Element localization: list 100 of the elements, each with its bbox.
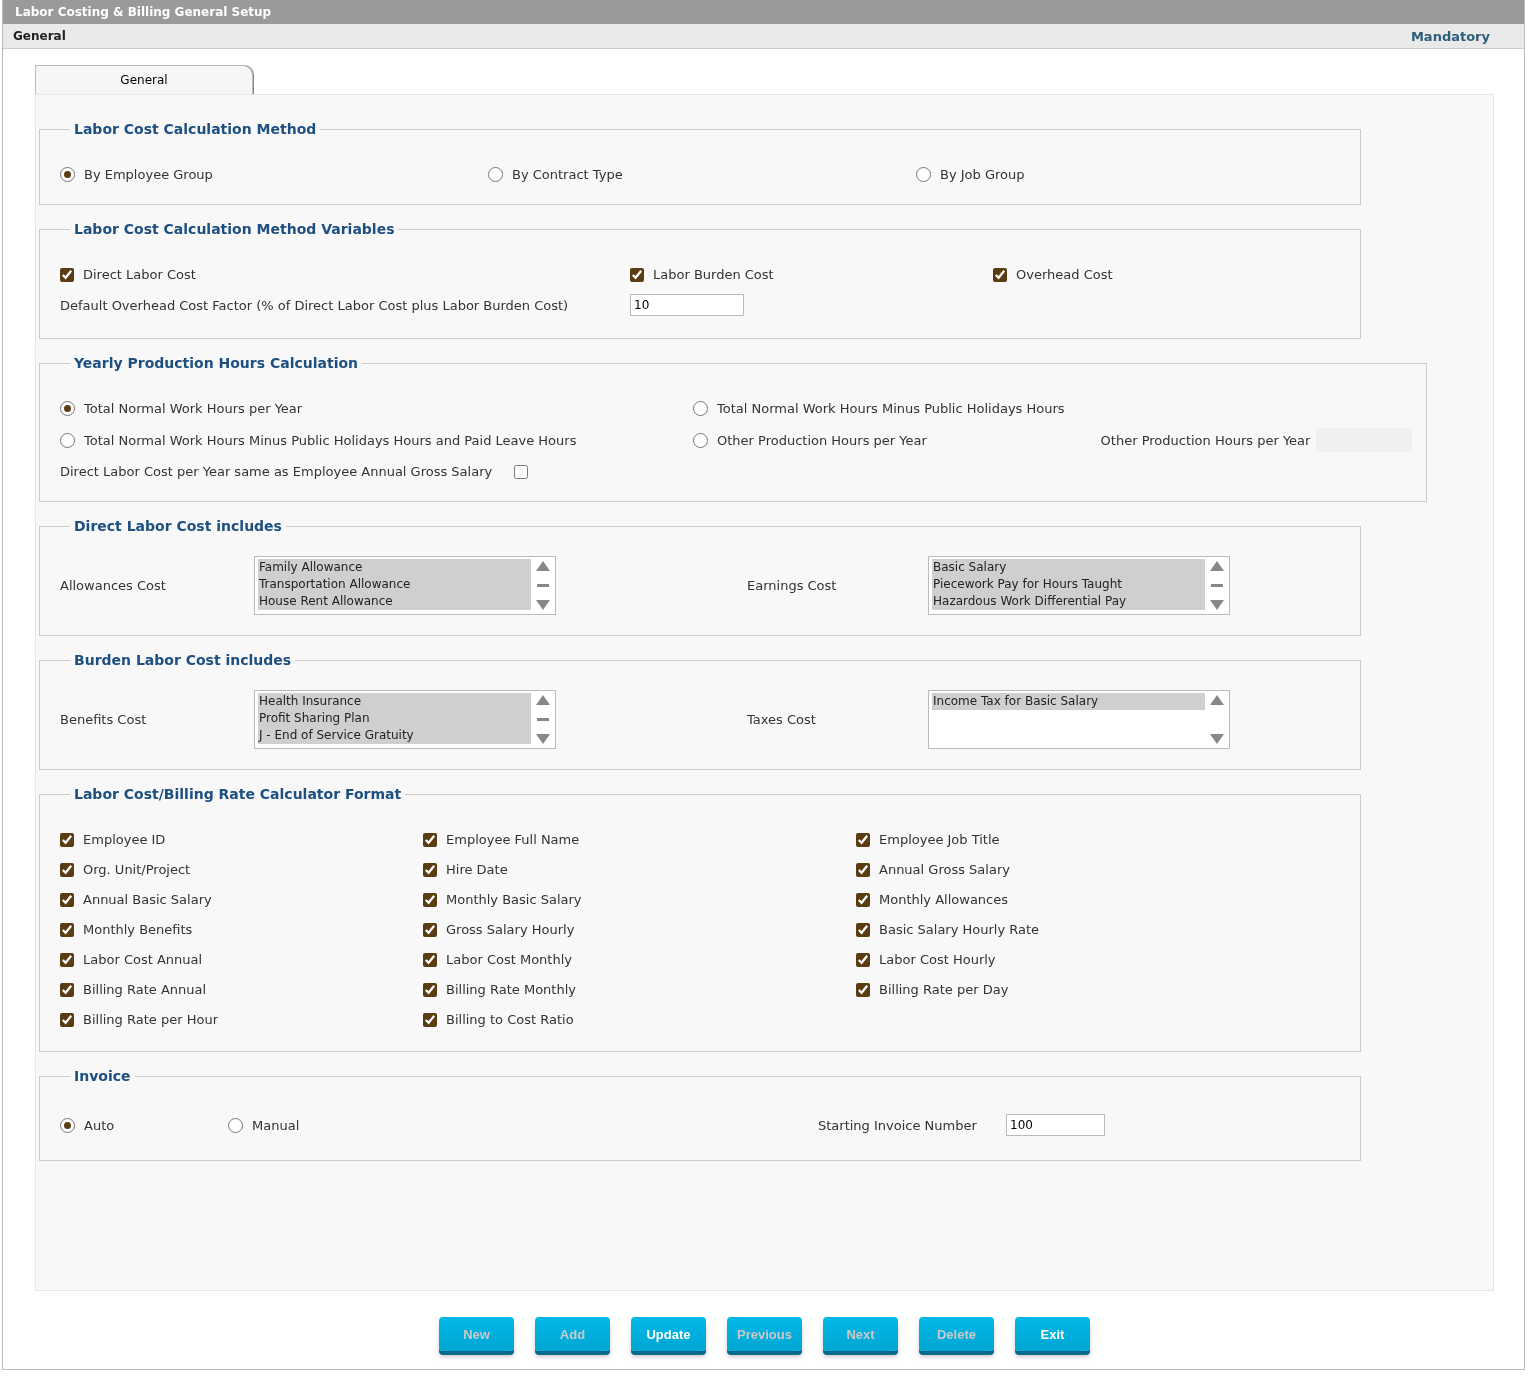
checkbox[interactable] <box>60 1012 74 1027</box>
list-item[interactable]: Income Tax for Basic Salary <box>932 693 1205 710</box>
radio-button[interactable] <box>693 432 708 448</box>
radio-option[interactable]: Auto <box>60 1117 115 1133</box>
checkbox-option[interactable]: Labor Cost Annual <box>60 952 203 967</box>
input-field[interactable]: 100 <box>1006 1114 1105 1136</box>
checkbox[interactable] <box>60 267 74 282</box>
radio-button[interactable] <box>60 432 75 448</box>
scroll-thumb-icon[interactable] <box>537 718 549 721</box>
list-item[interactable]: House Rent Allowance <box>258 593 531 610</box>
scroll-up-icon[interactable] <box>1210 561 1224 571</box>
radio-option[interactable]: Total Normal Work Hours per Year <box>60 401 303 416</box>
scroll-down-icon[interactable] <box>536 600 550 610</box>
checkbox-option[interactable]: Billing Rate Monthly <box>423 982 576 997</box>
field-label: Allowances Cost <box>60 578 167 593</box>
radio-button[interactable] <box>916 167 931 182</box>
checkbox[interactable] <box>423 832 437 847</box>
checkbox-option[interactable]: Employee Full Name <box>423 832 580 847</box>
list-item[interactable]: Profit Sharing Plan <box>258 710 531 727</box>
checkbox[interactable] <box>423 922 437 937</box>
checkbox[interactable] <box>856 922 870 937</box>
checkbox[interactable] <box>423 982 437 997</box>
radio-option[interactable]: Total Normal Work Hours Minus Public Holidays Hours <box>693 401 1065 416</box>
checkbox[interactable] <box>60 892 74 907</box>
radio-button[interactable] <box>60 1117 75 1133</box>
checkbox-option[interactable]: Labor Burden Cost <box>630 267 774 282</box>
checkbox[interactable] <box>60 982 74 997</box>
scroll-down-icon[interactable] <box>1210 734 1224 744</box>
checkbox-option[interactable]: Monthly Benefits <box>60 922 193 937</box>
checkbox-option[interactable]: Employee Job Title <box>856 832 1000 847</box>
checkbox-option[interactable]: Org. Unit/Project <box>60 862 191 877</box>
checkbox-option[interactable]: Monthly Basic Salary <box>423 892 582 907</box>
checkbox[interactable] <box>993 267 1007 282</box>
section-heading: Direct Labor Cost includes <box>73 518 283 534</box>
checkbox-option[interactable]: Hire Date <box>423 862 508 877</box>
scroll-thumb-icon[interactable] <box>1211 584 1223 587</box>
checkbox[interactable] <box>423 862 437 877</box>
list-item[interactable]: Hazardous Work Differential Pay <box>932 593 1205 610</box>
list-item[interactable]: Piecework Pay for Hours Taught <box>932 576 1205 593</box>
radio-button[interactable] <box>693 401 708 416</box>
radio-option[interactable]: By Employee Group <box>60 167 213 182</box>
checkbox-option[interactable]: Billing Rate Annual <box>60 982 207 997</box>
scroll-up-icon[interactable] <box>1210 695 1224 705</box>
checkbox[interactable] <box>630 267 644 282</box>
scroll-up-icon[interactable] <box>536 695 550 705</box>
list-box[interactable]: Health Insurance Profit Sharing Plan J - End of Service Gratuity <box>254 690 556 749</box>
scroll-up-icon[interactable] <box>536 561 550 571</box>
field-label: Benefits Cost <box>60 712 148 727</box>
radio-option[interactable]: Manual <box>228 1117 300 1133</box>
list-box[interactable]: Income Tax for Basic Salary <box>928 690 1230 749</box>
checkbox-option[interactable]: Labor Cost Hourly <box>856 952 996 967</box>
radio-button[interactable] <box>228 1117 243 1133</box>
checkbox[interactable] <box>856 832 870 847</box>
radio-option[interactable]: Other Production Hours per Year <box>693 432 927 448</box>
list-item[interactable]: Family Allowance <box>258 559 531 576</box>
checkbox[interactable] <box>856 982 870 997</box>
list-item[interactable]: Transportation Allowance <box>258 576 531 593</box>
checkbox-option[interactable]: Overhead Cost <box>993 267 1113 282</box>
checkbox[interactable] <box>60 832 74 847</box>
checkbox[interactable] <box>60 922 74 937</box>
radio-button[interactable] <box>60 401 75 416</box>
checkbox[interactable] <box>423 952 437 967</box>
checkbox-option[interactable]: Direct Labor Cost <box>60 267 196 282</box>
checkbox-option[interactable]: Basic Salary Hourly Rate <box>856 922 1040 937</box>
radio-button[interactable] <box>488 167 503 182</box>
scroll-down-icon[interactable] <box>536 734 550 744</box>
list-box[interactable]: Basic Salary Piecework Pay for Hours Taught Hazardous Work Differential Pay <box>928 556 1230 615</box>
checkbox-option[interactable]: Gross Salary Hourly <box>423 922 575 937</box>
radio-option[interactable]: By Contract Type <box>488 167 623 182</box>
field-label: Earnings Cost <box>747 578 838 593</box>
checkbox[interactable] <box>514 464 529 479</box>
checkbox-option[interactable]: Annual Basic Salary <box>60 892 212 907</box>
checkbox-option[interactable]: Employee ID <box>60 832 166 847</box>
radio-option[interactable]: By Job Group <box>916 167 1025 182</box>
checkbox-option[interactable]: Annual Gross Salary <box>856 862 1010 877</box>
section-heading: Labor Cost Calculation Method Variables <box>73 221 396 237</box>
checkbox-option[interactable]: Billing Rate per Hour <box>60 1012 218 1027</box>
list-box[interactable]: Family Allowance Transportation Allowance House Rent Allowance <box>254 556 556 615</box>
checkbox-option[interactable]: Labor Cost Monthly <box>423 952 572 967</box>
scroll-thumb-icon[interactable] <box>537 584 549 587</box>
tab[interactable]: General <box>35 65 253 94</box>
section-heading: Labor Cost Calculation Method <box>73 121 318 137</box>
list-item[interactable]: J - End of Service Gratuity <box>258 727 531 744</box>
checkbox[interactable] <box>60 862 74 877</box>
input-field[interactable]: 10 <box>630 294 744 316</box>
list-item[interactable]: Basic Salary <box>932 559 1205 576</box>
radio-option[interactable]: Total Normal Work Hours Minus Public Holidays Hours and Paid Leave Hours <box>60 432 577 448</box>
checkbox-option[interactable]: Monthly Allowances <box>856 892 1008 907</box>
checkbox[interactable] <box>856 892 870 907</box>
checkbox[interactable] <box>423 1012 437 1027</box>
scroll-down-icon[interactable] <box>1210 600 1224 610</box>
checkbox[interactable] <box>60 952 74 967</box>
field-label: Direct Labor Cost per Year same as Employee Annual Gross Salary <box>60 464 493 479</box>
checkbox[interactable] <box>423 892 437 907</box>
list-item[interactable]: Health Insurance <box>258 693 531 710</box>
checkbox-option[interactable]: Billing Rate per Day <box>856 982 1009 997</box>
checkbox-option[interactable]: Billing to Cost Ratio <box>423 1012 574 1027</box>
checkbox[interactable] <box>856 952 870 967</box>
checkbox[interactable] <box>856 862 870 877</box>
radio-button[interactable] <box>60 167 75 182</box>
